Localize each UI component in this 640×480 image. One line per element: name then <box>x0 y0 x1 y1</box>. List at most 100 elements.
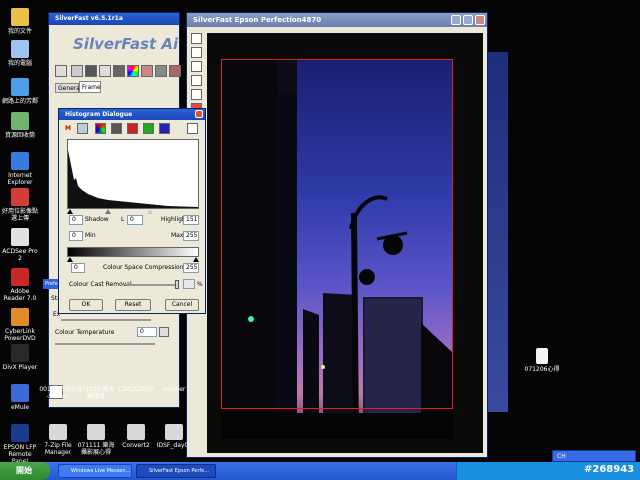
scan-preview-image[interactable] <box>207 33 483 453</box>
tool-icon-9[interactable] <box>169 65 181 77</box>
histogram-title-bar[interactable]: Histogram Dialogue <box>59 109 205 120</box>
crop-frame[interactable] <box>221 59 453 409</box>
desktop-icon-bottom-2[interactable]: CKACC2007 <box>116 384 156 393</box>
rgb-channel-icon[interactable] <box>95 123 106 134</box>
highlight-field[interactable]: 151 <box>183 215 199 225</box>
histogram-graph[interactable] <box>67 139 199 209</box>
tab-general[interactable]: General <box>55 83 82 93</box>
histogram-toolbar: M <box>63 123 203 137</box>
tool-icon-2[interactable] <box>71 65 83 77</box>
cast-unit: % <box>197 281 203 288</box>
tab-frame[interactable]: Frame <box>79 81 101 93</box>
color-tool-icon[interactable] <box>113 65 125 77</box>
cast-slider[interactable] <box>125 284 179 286</box>
histogram-tool-icon[interactable] <box>85 65 97 77</box>
desktop-icon-left-8[interactable]: CyberLink PowerDVD <box>0 308 40 342</box>
desktop-icon-left-11[interactable]: EPSON LFP Remote Panel <box>0 424 40 465</box>
desktop-icon-left-9[interactable]: DivX Player <box>0 344 40 371</box>
eyedropper-icon[interactable] <box>77 123 88 134</box>
gray-channel-icon[interactable] <box>111 123 122 134</box>
desktop-icon-label: eMule <box>10 404 30 411</box>
desktop-icon-071206[interactable]: 071206心得 <box>522 348 562 373</box>
desktop-icon-left-1[interactable]: 我的電腦 <box>0 40 40 67</box>
desktop-icon-left-7[interactable]: Adobe Reader 7.0 <box>0 268 40 302</box>
shadow-marker-icon[interactable] <box>67 209 73 214</box>
l-field[interactable]: 0 <box>127 215 143 225</box>
wallpaper-fragment <box>488 52 508 412</box>
magnify-tool-icon[interactable] <box>55 65 67 77</box>
colour-temperature-reset-icon[interactable] <box>159 327 169 337</box>
desktop-icon-bottom-1[interactable]: 071023 樂大 機隊版 <box>76 384 116 400</box>
minimize-button[interactable] <box>451 15 461 25</box>
tool-icon-7[interactable] <box>141 65 153 77</box>
desktop-icon-left-2[interactable]: 網路上的芳鄰 <box>0 78 40 105</box>
side-tool-2-icon[interactable] <box>191 47 202 58</box>
histogram-close-button[interactable] <box>195 110 203 118</box>
tool-icon-8[interactable] <box>155 65 167 77</box>
gradient-bar[interactable] <box>67 247 199 257</box>
cancel-button[interactable]: Cancel <box>165 299 199 311</box>
preview-window: SilverFast Epson Perfection4870 <box>186 12 488 458</box>
desktop-icon-bottom-5[interactable]: 071111 樂海 攝影展心得 <box>76 424 116 456</box>
cast-field[interactable] <box>183 279 195 289</box>
csc-left-field[interactable]: 0 <box>71 263 85 273</box>
taskbar-task-silverfast[interactable]: SilverFast Epson Perfe... <box>136 464 216 478</box>
cast-slider-thumb[interactable] <box>175 280 179 289</box>
curve-tool-icon[interactable] <box>99 65 111 77</box>
colour-temperature-slider[interactable] <box>55 343 155 345</box>
taskbar-task-messenger[interactable]: Windows Live Messen... <box>58 464 132 478</box>
desktop-icon-label: IDSF_day0_ <box>156 442 192 449</box>
mode-m-icon[interactable]: M <box>65 125 71 133</box>
desktop-icon-bottom-0[interactable]: 001 秘密の力 -Select- <box>38 384 78 400</box>
silverfast-title-bar[interactable]: SilverFast v6.5.1r1a <box>49 13 179 25</box>
desktop-icon-left-0[interactable]: 我的文件 <box>0 8 40 35</box>
desktop-icon-left-3[interactable]: 資源回收筒 <box>0 112 40 139</box>
highlight-marker-icon[interactable] <box>147 209 153 214</box>
csc-right-field[interactable]: 255 <box>183 263 199 273</box>
desktop-icon-label: Internet Explorer <box>7 172 33 186</box>
colour-temperature-value: 0 <box>140 328 144 335</box>
shadow-field[interactable]: 0 <box>69 215 83 225</box>
silverfast-toolbar <box>55 65 181 81</box>
desktop-icon-left-5[interactable]: 好用位影像點選上傳 <box>0 188 40 222</box>
side-tool-1-icon[interactable] <box>191 33 202 44</box>
desktop-icon-left-4[interactable]: Internet Explorer <box>0 152 40 186</box>
maximize-button[interactable] <box>463 15 473 25</box>
side-tool-5-icon[interactable] <box>191 89 202 100</box>
gradient-left-marker-icon[interactable] <box>67 257 73 262</box>
highlight-value: 151 <box>186 216 198 223</box>
max-label: Max <box>171 232 184 239</box>
desktop-icon-bottom-4[interactable]: 7-Zip File Manager <box>38 424 78 456</box>
gradient-right-marker-icon[interactable] <box>193 257 199 262</box>
l-label: L <box>121 216 125 223</box>
red-channel-icon[interactable] <box>127 123 138 134</box>
colour-temperature-field[interactable]: 0 <box>137 327 157 337</box>
preview-title-bar[interactable]: SilverFast Epson Perfection4870 <box>187 13 487 27</box>
desktop-icon-bottom-3[interactable]: xoomer <box>154 384 194 393</box>
midtone-marker-icon[interactable] <box>105 209 111 214</box>
desktop-app-icon <box>11 40 29 58</box>
max-value: 255 <box>186 232 198 239</box>
desktop-icon-bottom-6[interactable]: Convert2 <box>116 424 156 449</box>
close-button[interactable] <box>475 15 485 25</box>
side-tool-3-icon[interactable] <box>191 61 202 72</box>
desktop-icon-label: CKACC2007 <box>118 386 154 393</box>
desktop-icon-left-6[interactable]: ACDSee Pro 2 <box>0 228 40 262</box>
csc-right-value: 255 <box>186 264 198 271</box>
ok-button[interactable]: OK <box>69 299 103 311</box>
color-wheel-icon[interactable] <box>127 65 139 77</box>
reset-button[interactable]: Reset <box>115 299 151 311</box>
green-channel-icon[interactable] <box>143 123 154 134</box>
blue-channel-icon[interactable] <box>159 123 170 134</box>
colour-temperature-label: Colour Temperature <box>55 329 115 336</box>
min-field[interactable]: 0 <box>69 231 83 241</box>
max-field[interactable]: 255 <box>183 231 199 241</box>
desktop-icon-left-10[interactable]: eMule <box>0 384 40 411</box>
exposure-slider[interactable] <box>61 319 151 321</box>
start-button[interactable]: 開始 <box>0 462 50 480</box>
desktop-icon-bottom-7[interactable]: IDSF_day0_ <box>154 424 194 449</box>
histogram-view-icon[interactable] <box>187 123 198 134</box>
language-bar[interactable]: CH <box>552 450 636 462</box>
side-tool-4-icon[interactable] <box>191 75 202 86</box>
desktop-app-icon <box>165 424 183 440</box>
